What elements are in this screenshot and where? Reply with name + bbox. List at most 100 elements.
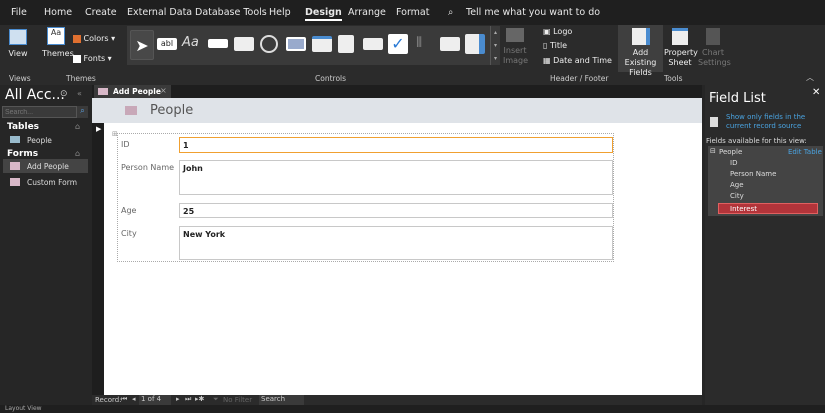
collapse-ribbon-icon[interactable]: ︿ <box>806 72 814 83</box>
nav-group-tables[interactable]: Tables <box>7 122 39 132</box>
attachment-control-icon[interactable]: ⦀ <box>416 35 436 55</box>
new-record-button[interactable]: ▸✱ <box>195 395 204 403</box>
menu-database-tools[interactable]: Database Tools <box>195 7 267 18</box>
checkbox-control-icon[interactable]: ✓ <box>388 34 408 54</box>
status-text: Layout View <box>5 405 42 412</box>
group-themes-label: Themes <box>66 74 96 83</box>
themes-button[interactable]: AaThemes <box>42 27 70 59</box>
field-item-selected[interactable]: Interest <box>718 203 818 214</box>
label-control-icon[interactable]: Aa <box>182 35 202 55</box>
property-sheet-button[interactable]: Property Sheet <box>664 28 696 68</box>
insert-image-button[interactable]: Insert Image <box>503 28 527 66</box>
tab-control-icon[interactable] <box>234 37 254 51</box>
nav-menu-icon[interactable]: ⊙ <box>60 89 68 99</box>
first-record-button[interactable]: ⏮ <box>121 395 127 404</box>
group-controls-label: Controls <box>315 74 346 83</box>
gallery-scroll[interactable]: ▴▾▾ <box>490 26 500 65</box>
no-filter-button[interactable]: No Filter <box>223 396 252 404</box>
navigation-control-icon[interactable] <box>312 36 332 52</box>
view-button[interactable]: View <box>6 29 30 59</box>
subform-control-icon[interactable] <box>440 37 460 51</box>
nav-item-custom-form[interactable]: Custom Form <box>3 175 88 189</box>
menu-arrange[interactable]: Arrange <box>348 7 386 18</box>
nav-search-input[interactable] <box>2 106 77 118</box>
add-existing-fields-button[interactable]: Add Existing Fields <box>618 25 663 72</box>
collapse-group-icon[interactable]: ⌂ <box>75 122 80 131</box>
themes-icon: Aa <box>47 27 65 45</box>
field-list-pane: Field List ✕ Show only fields in the cur… <box>705 85 825 405</box>
menu-design[interactable]: Design <box>305 7 342 21</box>
fonts-icon <box>73 55 81 63</box>
title-button[interactable]: ▯ Title <box>543 41 567 51</box>
colors-button[interactable]: Colors ▾ <box>73 34 115 44</box>
field-item[interactable]: ID <box>730 159 737 167</box>
menu-file[interactable]: File <box>11 7 27 18</box>
age-field[interactable]: 25 <box>179 203 613 218</box>
ribbon: View AaThemes Colors ▾ Fonts ▾ ➤ abl Aa … <box>0 25 825 85</box>
colors-icon <box>73 35 81 43</box>
record-position-input[interactable]: 1 of 4 <box>139 395 171 405</box>
menu-external-data[interactable]: External Data <box>127 7 192 18</box>
collapse-tree-icon[interactable]: ⊟ <box>710 147 716 155</box>
form-header: People <box>92 98 702 123</box>
previous-record-button[interactable]: ◂ <box>132 395 136 403</box>
combobox-control-icon[interactable] <box>363 38 383 50</box>
record-selector[interactable]: ▶ <box>92 123 104 395</box>
field-list-icon <box>632 28 650 45</box>
field-list-title: Field List <box>709 91 766 106</box>
nav-group-forms[interactable]: Forms <box>7 149 38 159</box>
menu-create[interactable]: Create <box>85 7 117 18</box>
edit-table-link[interactable]: Edit Table <box>788 148 822 156</box>
nav-item-add-people-form[interactable]: Add People <box>3 159 88 173</box>
close-icon[interactable]: ✕ <box>812 87 820 98</box>
status-bar: Layout View <box>0 405 825 413</box>
chart-settings-icon <box>706 28 720 45</box>
id-field[interactable]: 1 <box>179 137 613 153</box>
chart-settings-button[interactable]: Chart Settings <box>698 28 728 68</box>
title-icon: ▯ <box>543 41 547 50</box>
form-icon <box>10 178 20 186</box>
select-pointer-icon[interactable]: ➤ <box>130 30 154 60</box>
button-control-icon[interactable] <box>208 39 228 48</box>
collapse-group-icon[interactable]: ⌂ <box>75 149 80 158</box>
collapse-nav-icon[interactable]: « <box>77 89 82 98</box>
web-browser-control-icon[interactable] <box>286 37 306 51</box>
nav-title[interactable]: All Acc... <box>5 87 65 103</box>
filter-icon: ⏷ <box>213 395 219 404</box>
logo-button[interactable]: ▣ Logo <box>543 27 572 37</box>
textbox-control-icon[interactable]: abl <box>157 38 177 50</box>
tab-add-people[interactable]: Add People × <box>94 85 171 98</box>
search-icon[interactable]: ⌕ <box>77 106 88 118</box>
group-tools-label: Tools <box>664 74 682 83</box>
navigation-pane: All Acc... ⊙ « ⌕ Tables ⌂ People Forms ⌂… <box>0 85 90 405</box>
listbox-control-icon[interactable] <box>338 35 354 53</box>
next-record-button[interactable]: ▸ <box>176 395 180 403</box>
close-tab-icon[interactable]: × <box>160 86 167 95</box>
nav-item-people-table[interactable]: People <box>3 134 88 148</box>
field-item[interactable]: Person Name <box>730 170 776 178</box>
date-time-icon: ▦ <box>543 56 551 65</box>
record-navigation: Record: ⏮ ◂ 1 of 4 ▸ ⏭ ▸✱ ⏷ No Filter Se… <box>92 395 702 405</box>
show-only-fields-link[interactable]: Show only fields in the current record s… <box>726 113 823 131</box>
group-views-label: Views <box>9 74 31 83</box>
field-item[interactable]: Age <box>730 181 744 189</box>
city-field[interactable]: New York <box>179 226 613 260</box>
field-tree: ⊟ People Edit Table ID Person Name Age C… <box>708 146 823 216</box>
property-sheet-icon <box>672 28 688 45</box>
field-label-city: City <box>121 229 137 238</box>
hyperlink-control-icon[interactable] <box>260 35 278 53</box>
fonts-button[interactable]: Fonts ▾ <box>73 54 112 64</box>
layout-move-handle-icon[interactable]: ⊞ <box>112 130 118 138</box>
person-name-field[interactable]: John <box>179 160 613 195</box>
menu-help[interactable]: Help <box>269 7 291 18</box>
last-record-button[interactable]: ⏭ <box>185 395 191 404</box>
field-item[interactable]: City <box>730 192 744 200</box>
menu-format[interactable]: Format <box>396 7 429 18</box>
date-time-button[interactable]: ▦ Date and Time <box>543 56 612 66</box>
search-icon: ⌕ <box>448 7 453 18</box>
image-control-icon[interactable] <box>465 34 485 54</box>
record-search-input[interactable]: Search <box>259 395 304 405</box>
table-node-people[interactable]: People <box>719 148 742 156</box>
menu-home[interactable]: Home <box>44 7 72 18</box>
tell-me-input[interactable]: Tell me what you want to do <box>466 7 600 18</box>
